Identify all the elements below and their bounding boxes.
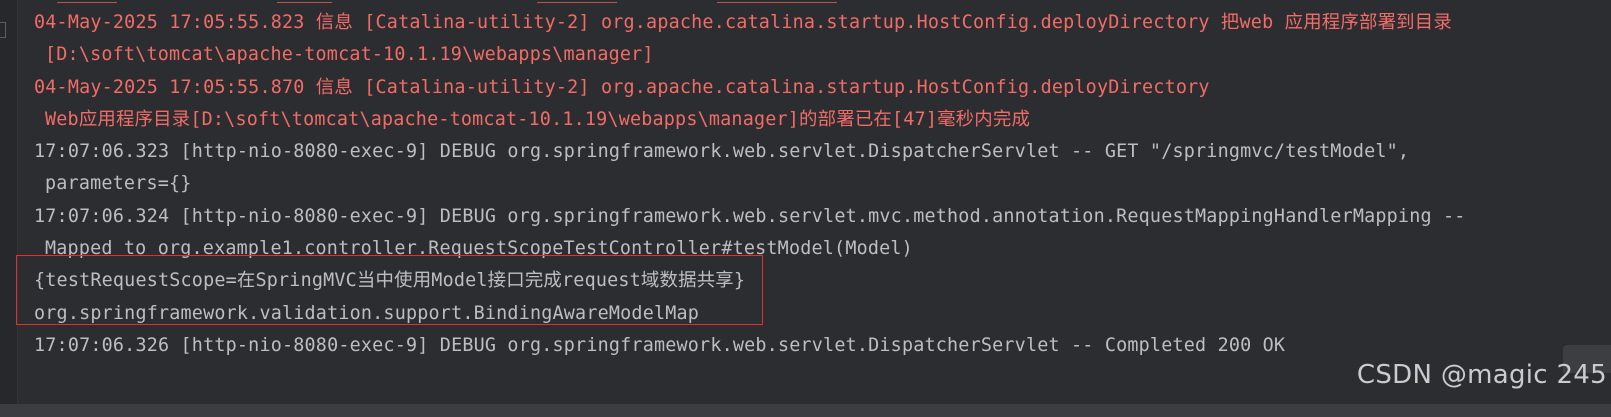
log-line-debug: 17:07:06.323 [http-nio-8080-exec-9] DEBU… [34, 141, 1410, 163]
clipped-previous-line [17, 0, 1611, 3]
log-line-model-class: org.springframework.validation.support.B… [34, 302, 700, 324]
log-line-info: 04-May-2025 17:05:55.823 信息 [Catalina-ut… [34, 12, 1452, 33]
log-line-info: 04-May-2025 17:05:55.870 信息 [Catalina-ut… [34, 76, 1210, 98]
watermark: CSDN @magic 245 [1356, 360, 1607, 390]
horizontal-scrollbar[interactable] [0, 404, 1611, 417]
console-gutter [0, 0, 18, 417]
log-lines: 04-May-2025 17:05:55.823 信息 [Catalina-ut… [34, 7, 1611, 362]
log-line-debug: 17:07:06.326 [http-nio-8080-exec-9] DEBU… [34, 334, 1286, 356]
log-line-continuation: Web应用程序目录[D:\soft\tomcat\apache-tomcat-1… [45, 108, 1031, 130]
log-line-debug: 17:07:06.324 [http-nio-8080-exec-9] DEBU… [34, 205, 1466, 227]
log-line-continuation: Mapped to org.example1.controller.Reques… [45, 238, 913, 260]
log-line-model-output: {testRequestScope=在SpringMVC当中使用Model接口完… [34, 270, 746, 292]
log-line-continuation: [D:\soft\tomcat\apache-tomcat-10.1.19\we… [45, 44, 654, 66]
console-output-panel[interactable]: 04-May-2025 17:05:55.823 信息 [Catalina-ut… [0, 0, 1611, 417]
fold-marker-icon[interactable] [0, 22, 6, 38]
log-line-continuation: parameters={} [45, 173, 192, 195]
